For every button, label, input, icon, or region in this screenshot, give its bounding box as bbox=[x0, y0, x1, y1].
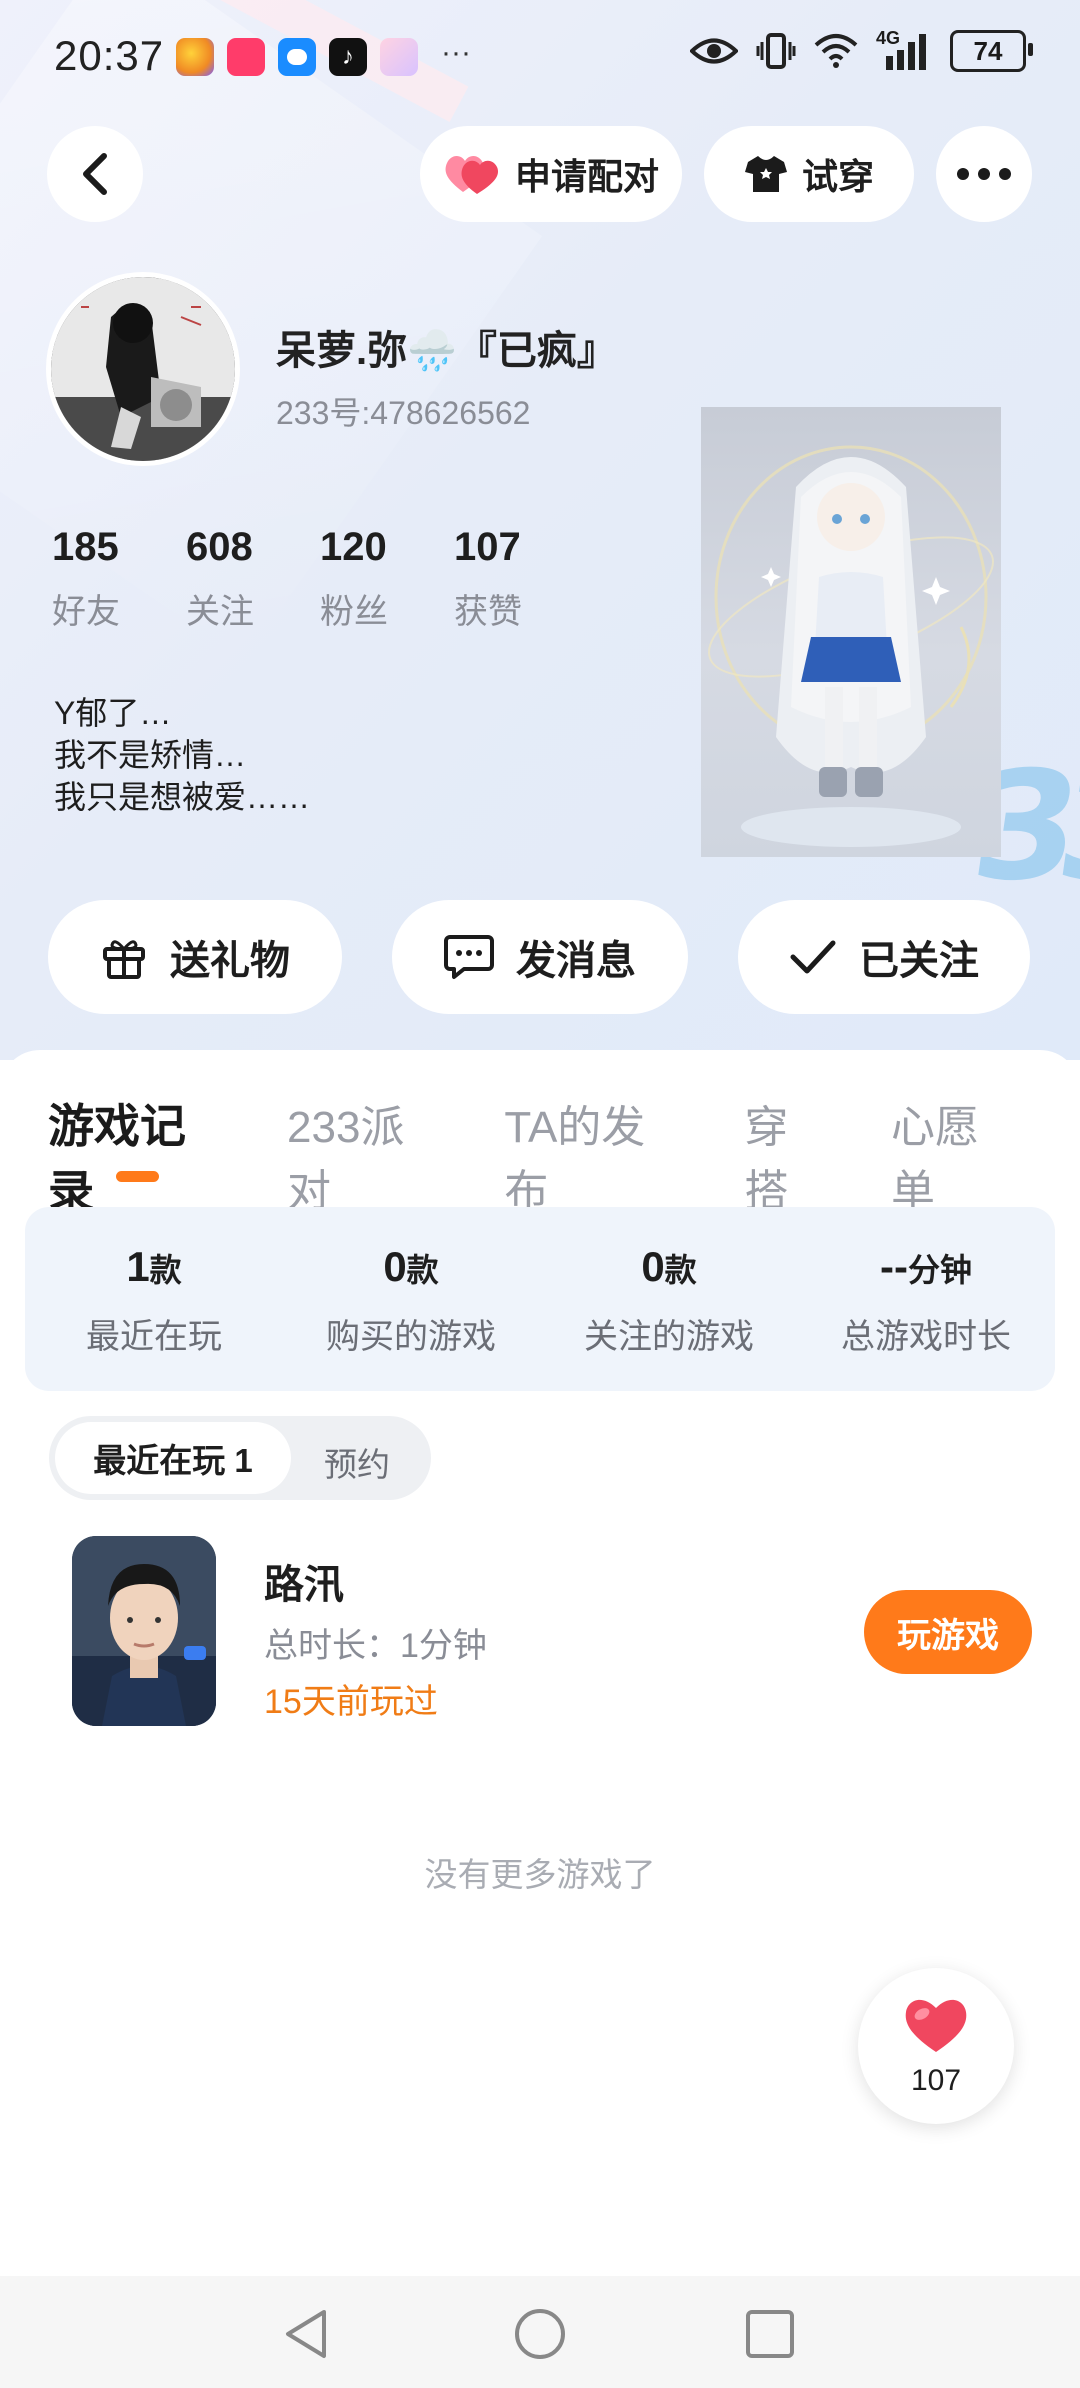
avatar[interactable] bbox=[46, 272, 240, 466]
summary-value: 0 bbox=[383, 1243, 407, 1290]
stat-value: 608 bbox=[186, 525, 253, 569]
send-gift-label: 送礼物 bbox=[170, 939, 290, 983]
send-gift-button[interactable]: 送礼物 bbox=[48, 900, 342, 1014]
heart-icon bbox=[905, 1999, 967, 2052]
summary-recent[interactable]: 1款 最近在玩 bbox=[25, 1207, 283, 1358]
status-bar: 20:37 ♪ ··· 4G 74 bbox=[0, 0, 1080, 110]
stat-followers[interactable]: 120 粉丝 bbox=[320, 525, 454, 633]
game-title[interactable]: 路汛 bbox=[264, 1552, 344, 1610]
checkmark-icon bbox=[790, 940, 836, 974]
tab-posts[interactable]: TA的发布 bbox=[504, 1091, 682, 1219]
more-notifications-icon: ··· bbox=[441, 36, 471, 69]
app-notification-icon bbox=[227, 38, 265, 76]
user-bio: Y郁了… 我不是矫情… 我只是想被爱…… bbox=[54, 692, 310, 818]
bio-line: 我只是想被爱…… bbox=[54, 779, 311, 815]
game-icon[interactable] bbox=[72, 1536, 216, 1726]
gift-icon bbox=[103, 940, 145, 979]
summary-value: -- bbox=[880, 1243, 908, 1290]
user-nickname: 呆萝.弥🌧️『已疯』 bbox=[276, 329, 617, 373]
more-options-button[interactable] bbox=[936, 126, 1032, 222]
tab-233-party[interactable]: 233派对 bbox=[287, 1091, 442, 1219]
wifi-icon bbox=[814, 34, 858, 68]
active-tab-indicator bbox=[116, 1171, 159, 1182]
segment-recent-playing[interactable]: 最近在玩 1 bbox=[55, 1422, 291, 1494]
tshirt-icon bbox=[744, 156, 787, 192]
summary-followed-games[interactable]: 0款 关注的游戏 bbox=[540, 1207, 798, 1358]
like-button[interactable]: 107 bbox=[858, 1968, 1014, 2124]
battery-level: 74 bbox=[973, 35, 1003, 66]
status-time: 20:37 bbox=[54, 32, 165, 79]
heart-pair-icon bbox=[445, 155, 499, 194]
system-navigation-bar bbox=[0, 2276, 1080, 2388]
bio-line: 我不是矫情… bbox=[54, 737, 247, 773]
summary-unit: 款 bbox=[406, 1252, 439, 1288]
nav-back-icon[interactable] bbox=[280, 2308, 334, 2360]
try-on-button[interactable]: 试穿 bbox=[704, 126, 914, 222]
network-type: 4G bbox=[876, 28, 901, 48]
bio-line: Y郁了… bbox=[54, 695, 172, 731]
segment-reserved[interactable]: 预约 bbox=[324, 1438, 390, 1486]
no-more-games-text: 没有更多游戏了 bbox=[424, 1856, 656, 1893]
stat-value: 185 bbox=[52, 525, 119, 569]
summary-unit: 款 bbox=[149, 1252, 182, 1288]
tiktok-notification-icon: ♪ bbox=[329, 38, 367, 76]
summary-unit: 款 bbox=[664, 1252, 697, 1288]
eye-icon bbox=[690, 38, 738, 64]
like-count: 107 bbox=[910, 2064, 962, 2097]
stat-friends[interactable]: 185 好友 bbox=[52, 525, 186, 633]
stat-label: 关注 bbox=[186, 593, 254, 631]
stat-label: 好友 bbox=[52, 593, 120, 631]
more-dots-icon bbox=[957, 168, 1011, 180]
try-on-label: 试穿 bbox=[801, 156, 874, 197]
notification-icons: ♪ ··· bbox=[176, 36, 471, 76]
app-notification-icon bbox=[380, 38, 418, 76]
request-pair-label: 申请配对 bbox=[514, 156, 659, 197]
summary-label: 关注的游戏 bbox=[584, 1318, 754, 1356]
followed-button[interactable]: 已关注 bbox=[738, 900, 1030, 1014]
summary-value: 1 bbox=[126, 1243, 150, 1290]
followed-label: 已关注 bbox=[859, 939, 979, 983]
user-id[interactable]: 233号:478626562 bbox=[276, 388, 530, 434]
game-summary-card: 1款 最近在玩 0款 购买的游戏 0款 关注的游戏 --分钟 总游戏时长 bbox=[25, 1207, 1055, 1391]
avatar-character-figure[interactable] bbox=[701, 407, 1001, 857]
summary-purchased[interactable]: 0款 购买的游戏 bbox=[282, 1207, 540, 1358]
tab-wishlist[interactable]: 心愿单 bbox=[891, 1091, 1018, 1219]
game-play-duration: 总时长：1分钟 bbox=[264, 1627, 487, 1665]
nav-home-icon[interactable] bbox=[512, 2306, 568, 2362]
profile-tabs: 游戏记录 233派对 TA的发布 穿搭 心愿单 bbox=[48, 1090, 1080, 1222]
summary-label: 最近在玩 bbox=[86, 1318, 222, 1356]
game-last-played: 15天前玩过 bbox=[264, 1683, 438, 1721]
back-button[interactable] bbox=[47, 126, 143, 222]
stat-following[interactable]: 608 关注 bbox=[186, 525, 320, 633]
summary-value: 0 bbox=[641, 1243, 665, 1290]
send-message-label: 发消息 bbox=[516, 939, 636, 983]
status-indicators: 4G 74 bbox=[690, 28, 1033, 72]
chevron-left-icon bbox=[83, 153, 107, 195]
vibrate-icon bbox=[756, 33, 796, 69]
summary-label: 总游戏时长 bbox=[841, 1318, 1011, 1356]
stat-value: 107 bbox=[454, 525, 521, 569]
app-notification-icon bbox=[176, 38, 214, 76]
tab-game-records[interactable]: 游戏记录 bbox=[48, 1090, 225, 1222]
chat-bubble-icon bbox=[444, 935, 494, 979]
chat-app-notification-icon bbox=[278, 38, 316, 76]
play-game-button[interactable]: 玩游戏 bbox=[864, 1590, 1032, 1674]
signal-icon: 4G bbox=[876, 28, 932, 70]
summary-unit: 分钟 bbox=[907, 1252, 972, 1288]
profile-stats: 185 好友 608 关注 120 粉丝 107 获赞 bbox=[52, 525, 588, 633]
summary-total-time[interactable]: --分钟 总游戏时长 bbox=[797, 1207, 1055, 1358]
stat-value: 120 bbox=[320, 525, 387, 569]
send-message-button[interactable]: 发消息 bbox=[392, 900, 688, 1014]
stat-label: 粉丝 bbox=[320, 593, 388, 631]
request-pair-button[interactable]: 申请配对 bbox=[420, 126, 682, 222]
nav-recents-icon[interactable] bbox=[744, 2308, 796, 2360]
tab-outfits[interactable]: 穿搭 bbox=[744, 1091, 829, 1219]
summary-label: 购买的游戏 bbox=[326, 1318, 496, 1356]
battery-indicator: 74 bbox=[950, 30, 1033, 72]
stat-label: 获赞 bbox=[454, 593, 522, 631]
game-filter-segment: 最近在玩 1 预约 bbox=[49, 1416, 431, 1500]
stat-likes[interactable]: 107 获赞 bbox=[454, 525, 588, 633]
